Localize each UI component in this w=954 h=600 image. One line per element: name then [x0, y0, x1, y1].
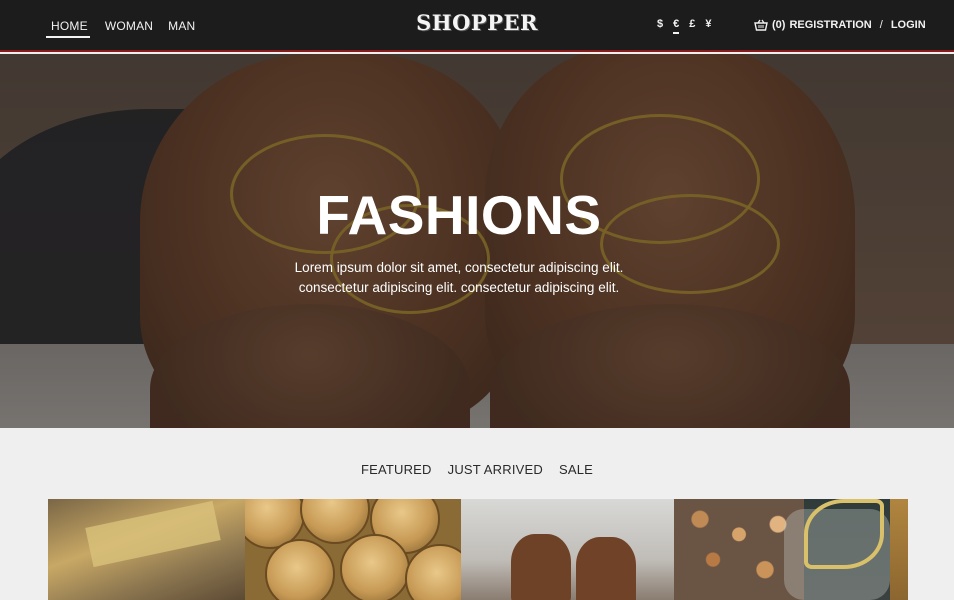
registration-link[interactable]: REGISTRATION — [789, 19, 871, 31]
account-separator: / — [879, 19, 883, 31]
hero-title: FASHIONS — [316, 184, 602, 246]
currency-switcher: $ € £ ¥ — [657, 18, 712, 34]
product-image-strip — [48, 499, 908, 600]
currency-dollar[interactable]: $ — [657, 18, 663, 34]
currency-pound[interactable]: £ — [689, 18, 695, 34]
tab-just-arrived[interactable]: JUST ARRIVED — [448, 462, 543, 477]
product-tabs: FEATURED JUST ARRIVED SALE — [0, 462, 954, 477]
product-tile-coins[interactable] — [245, 499, 461, 600]
cart-count[interactable]: (0) — [772, 19, 785, 31]
basket-icon[interactable] — [754, 19, 768, 31]
hero-description: Lorem ipsum dolor sit amet, consectetur … — [294, 260, 624, 295]
product-tile-boots[interactable] — [461, 499, 674, 600]
account-links: (0) REGISTRATION / LOGIN — [754, 19, 926, 31]
hero-banner: FASHIONS Lorem ipsum dolor sit amet, con… — [0, 54, 954, 428]
tab-featured[interactable]: FEATURED — [361, 462, 432, 477]
product-tile-wrapped-gift[interactable] — [48, 499, 245, 600]
currency-yen[interactable]: ¥ — [705, 18, 711, 34]
currency-euro[interactable]: € — [673, 18, 680, 34]
login-link[interactable]: LOGIN — [891, 19, 926, 31]
product-tile-partial[interactable] — [890, 499, 908, 600]
product-tile-coin-jar[interactable] — [674, 499, 890, 600]
top-navigation-bar: HOME WOMAN MAN SHOPPER $ € £ ¥ (0) REGIS… — [0, 0, 954, 52]
tab-sale[interactable]: SALE — [559, 462, 593, 477]
